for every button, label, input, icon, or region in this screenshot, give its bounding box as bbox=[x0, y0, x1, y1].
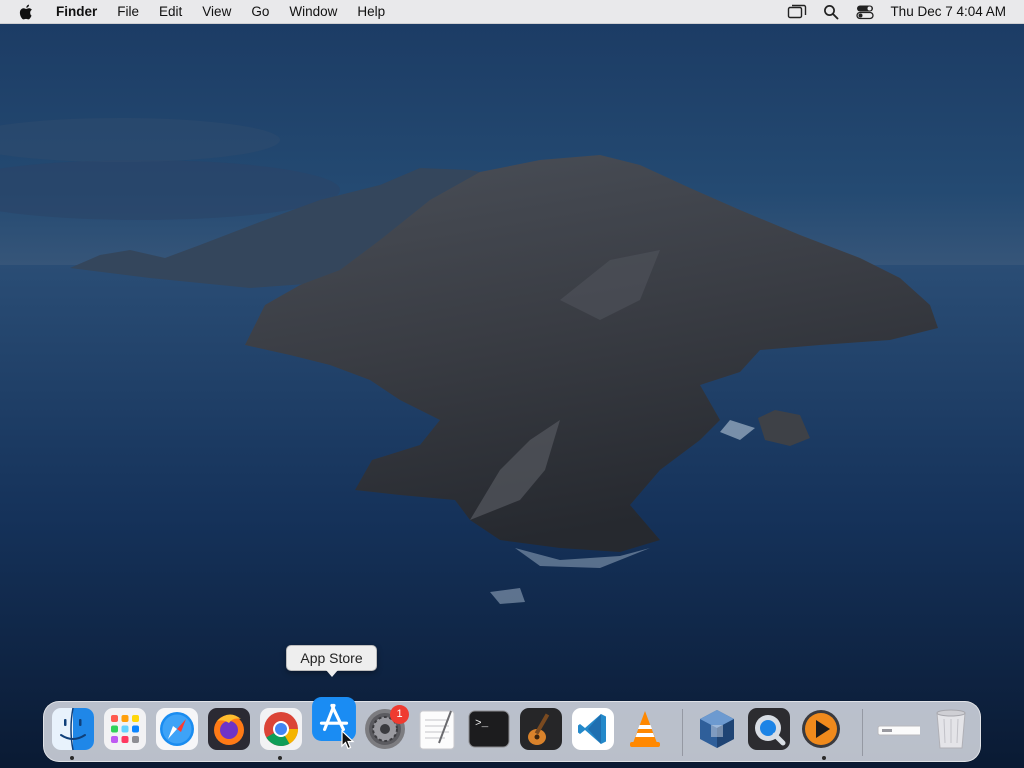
textedit-icon[interactable] bbox=[415, 707, 459, 751]
control-center-icon[interactable] bbox=[854, 1, 876, 23]
finder-icon[interactable] bbox=[51, 707, 95, 751]
menu-view[interactable]: View bbox=[192, 0, 241, 24]
dock-separator bbox=[682, 709, 683, 756]
terminal-icon[interactable]: >_ bbox=[467, 707, 511, 751]
trash-icon[interactable] bbox=[929, 707, 973, 751]
search-icon[interactable] bbox=[820, 1, 842, 23]
chrome-icon[interactable] bbox=[259, 707, 303, 751]
dock-separator bbox=[862, 709, 863, 756]
virtualbox-icon[interactable] bbox=[695, 707, 739, 751]
dock: >_ bbox=[43, 697, 981, 762]
firefox-icon[interactable] bbox=[207, 707, 251, 751]
launchpad-icon[interactable] bbox=[103, 707, 147, 751]
notification-badge: 1 bbox=[390, 705, 409, 724]
desktop-wallpaper bbox=[0, 0, 1024, 768]
menu-bar: Finder File Edit View Go Window Help Thu… bbox=[0, 0, 1024, 24]
running-indicator bbox=[278, 756, 282, 760]
apple-logo-icon[interactable] bbox=[14, 3, 40, 21]
menu-clock[interactable]: Thu Dec 7 4:04 AM bbox=[890, 4, 1006, 19]
safari-icon[interactable] bbox=[155, 707, 199, 751]
vlc-icon[interactable] bbox=[623, 707, 667, 751]
menu-go[interactable]: Go bbox=[241, 0, 279, 24]
vscode-icon[interactable] bbox=[571, 707, 615, 751]
svg-text:>_: >_ bbox=[475, 718, 489, 730]
garageband-icon[interactable] bbox=[519, 707, 563, 751]
screen-mirroring-icon[interactable] bbox=[786, 1, 808, 23]
menu-window[interactable]: Window bbox=[279, 0, 347, 24]
dock-tooltip: App Store bbox=[286, 645, 377, 677]
mouse-cursor-icon bbox=[341, 730, 355, 750]
menu-file[interactable]: File bbox=[107, 0, 149, 24]
media-player-icon[interactable] bbox=[799, 707, 843, 751]
downloads-stack-icon[interactable] bbox=[876, 707, 920, 751]
running-indicator bbox=[822, 756, 826, 760]
menu-finder[interactable]: Finder bbox=[46, 0, 107, 24]
menu-help[interactable]: Help bbox=[347, 0, 395, 24]
quicktime-icon[interactable] bbox=[747, 707, 791, 751]
running-indicator bbox=[70, 756, 74, 760]
menu-edit[interactable]: Edit bbox=[149, 0, 192, 24]
